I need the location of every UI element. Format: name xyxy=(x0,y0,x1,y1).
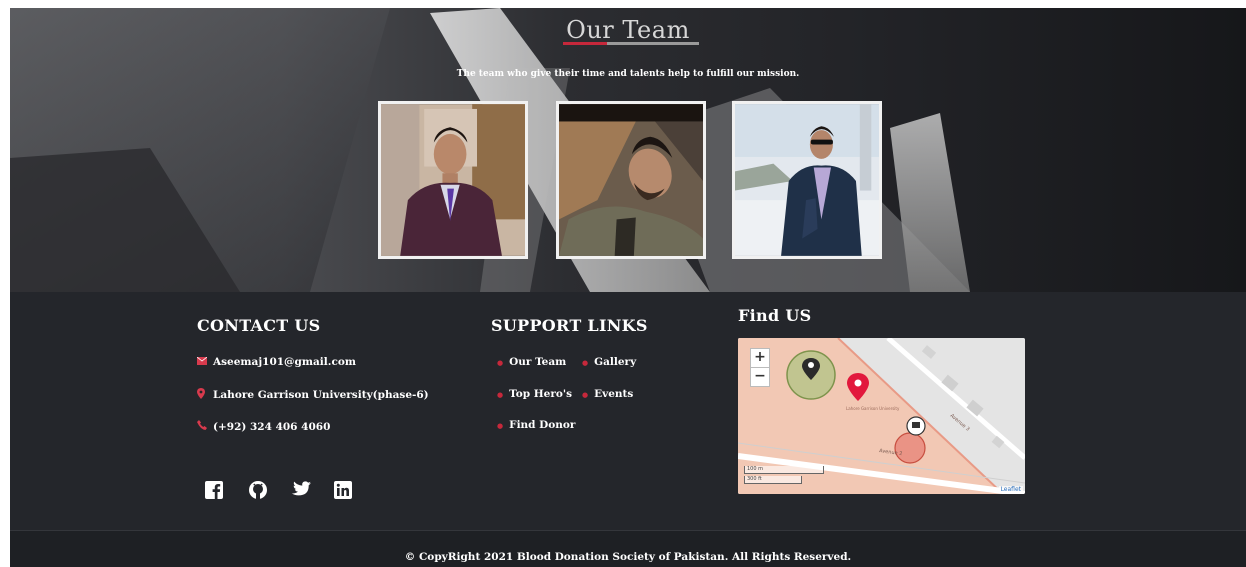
contact-phone[interactable]: (+92) 324 406 4060 xyxy=(197,420,330,433)
zoom-out-button[interactable]: − xyxy=(750,367,770,387)
link-our-team-label: Our Team xyxy=(509,356,567,368)
bullet-icon: ● xyxy=(497,420,504,430)
link-events-label: Events xyxy=(594,388,634,400)
contact-email[interactable]: Aseemaj101@gmail.com xyxy=(196,356,356,368)
bullet-icon: ● xyxy=(497,357,504,367)
contact-address-text: Lahore Garrison University(phase-6) xyxy=(213,389,429,401)
contact-address: Lahore Garrison University(phase-6) xyxy=(197,388,429,402)
envelope-icon xyxy=(196,356,209,368)
link-find-donor-label: Find Donor xyxy=(509,419,576,431)
link-gallery-label: Gallery xyxy=(594,356,637,368)
link-our-team[interactable]: ● Our Team xyxy=(497,356,566,368)
contact-email-text: Aseemaj101@gmail.com xyxy=(213,356,356,368)
linkedin-icon[interactable] xyxy=(332,479,354,501)
bullet-icon: ● xyxy=(497,389,504,399)
link-top-heros[interactable]: ● Top Hero's xyxy=(497,388,572,400)
member-photo-selfie xyxy=(559,104,703,256)
member-photo-jacket xyxy=(735,104,879,256)
map-scale-imperial: 300 ft xyxy=(744,476,802,484)
link-events[interactable]: ● Events xyxy=(582,388,633,400)
member-photo-suit xyxy=(381,104,525,256)
page-frame: Our Team The team who give their time an… xyxy=(10,8,1246,567)
support-heading: SUPPORT LINKS xyxy=(491,316,648,335)
link-gallery[interactable]: ● Gallery xyxy=(582,356,636,368)
team-member-card-1[interactable] xyxy=(378,101,528,259)
twitter-icon[interactable] xyxy=(289,479,311,501)
bullet-icon: ● xyxy=(582,357,589,367)
link-find-donor[interactable]: ● Find Donor xyxy=(497,419,575,431)
contact-heading: CONTACT US xyxy=(197,316,321,335)
map-scale-metric: 100 m xyxy=(744,466,824,474)
title-underline-accent xyxy=(563,42,607,45)
team-subtitle: The team who give their time and talents… xyxy=(456,69,800,79)
bullet-icon: ● xyxy=(582,389,589,399)
title-underline xyxy=(563,42,699,45)
team-member-card-3[interactable] xyxy=(732,101,882,259)
zoom-in-button[interactable]: + xyxy=(750,348,770,368)
contact-phone-text: (+92) 324 406 4060 xyxy=(213,420,331,433)
location-map[interactable]: Avenue 2 Avenue 3 Lahore Garrison Univer… xyxy=(738,338,1025,494)
place-label: Lahore Garrison University xyxy=(846,406,900,411)
find-us-heading: Find US xyxy=(738,306,812,325)
github-icon[interactable] xyxy=(247,479,269,501)
copyright-text: © CopyRight 2021 Blood Donation Society … xyxy=(404,551,852,563)
map-attribution[interactable]: Leaflet xyxy=(998,486,1023,493)
map-pin-icon xyxy=(197,388,209,402)
site-footer: CONTACT US Aseemaj101@gmail.com Lahore G… xyxy=(10,292,1246,530)
link-top-heros-label: Top Hero's xyxy=(509,388,572,400)
team-section: Our Team The team who give their time an… xyxy=(10,8,1246,292)
copyright-bar: © CopyRight 2021 Blood Donation Society … xyxy=(10,530,1246,567)
team-member-card-2[interactable] xyxy=(556,101,706,259)
facebook-icon[interactable] xyxy=(203,479,225,501)
phone-icon xyxy=(197,420,209,433)
team-title: Our Team xyxy=(566,16,690,44)
